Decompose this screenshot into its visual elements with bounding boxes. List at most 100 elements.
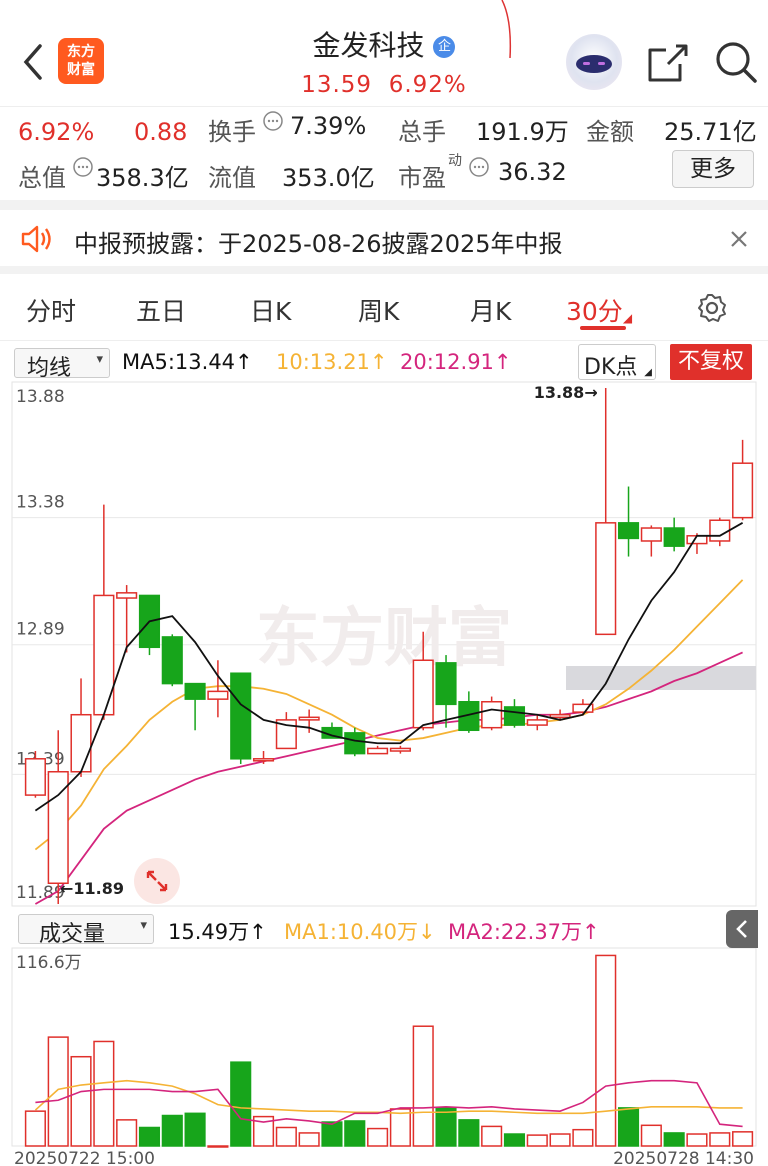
pe-label: 市盈 (398, 164, 446, 192)
change-value: 0.88 (134, 118, 188, 146)
candle-body (709, 519, 731, 542)
candle-body (663, 527, 685, 547)
settings-button[interactable] (696, 292, 728, 328)
candle-body (640, 527, 662, 542)
avatar[interactable] (566, 34, 622, 90)
pe-sup: 动 (448, 153, 462, 169)
volume-bar (549, 1133, 571, 1147)
volume-value: 15.49万↑ (168, 920, 267, 944)
candle-body (184, 682, 206, 700)
enterprise-badge: 企 (433, 36, 456, 58)
amount-label: 金额 (586, 118, 634, 146)
candle-body (24, 758, 46, 796)
speaker-icon (20, 224, 54, 258)
candle-body (70, 713, 92, 773)
tab-daily-k[interactable]: 日K (250, 292, 291, 328)
volume-bar (70, 1055, 92, 1147)
vol-ma1-legend: MA1:10.40万↓ (284, 920, 436, 944)
candle-body (732, 462, 754, 519)
tab-five-day[interactable]: 五日 (136, 292, 186, 328)
close-icon[interactable] (728, 228, 750, 254)
candle-body (252, 758, 275, 762)
candle-body (617, 522, 640, 540)
stock-name: 金发科技 (312, 29, 425, 62)
no-adjust-button[interactable]: 不复权 (670, 344, 752, 380)
volume-bar (572, 1128, 594, 1147)
pe-value: 36.32 (498, 158, 567, 186)
volume-bar (709, 1132, 731, 1147)
corner-triangle-icon: ◢ (622, 311, 633, 325)
tab-timeshare[interactable]: 分时 (26, 292, 76, 328)
candle-body (389, 747, 411, 752)
dk-button[interactable]: DK点 ◢ (578, 344, 656, 380)
divider (0, 200, 768, 210)
divider (0, 266, 768, 274)
candle-body (207, 690, 229, 700)
date-end-label: 20250728 14:30 (613, 1149, 754, 1166)
low-price-label: ←11.89 (60, 879, 124, 898)
candle-body (161, 636, 183, 685)
candle-body (481, 700, 503, 729)
candle-body (230, 672, 252, 760)
change-percent: 6.92% (388, 72, 467, 98)
indicator-select[interactable]: 均线 ▾ (14, 348, 110, 381)
share-button[interactable] (646, 42, 690, 84)
ma10-legend: 10:13.21↑ (276, 350, 388, 374)
volume-bar (458, 1119, 480, 1147)
volume-indicator-select[interactable]: 成交量 ▾ (18, 914, 154, 947)
more-button[interactable]: 更多 (672, 150, 754, 188)
dropdown-icon: ▾ (96, 352, 103, 367)
tab-30min[interactable]: 30分◢ (566, 292, 632, 328)
candle-body (367, 747, 389, 755)
volume-bar (24, 1110, 46, 1147)
candle-body (298, 716, 320, 721)
tab-indicator (580, 326, 626, 330)
turnover-value: 7.39% (290, 112, 367, 140)
info-icon[interactable] (468, 156, 490, 182)
volume-bar (344, 1120, 366, 1147)
mktcap-value: 358.3亿 (96, 164, 189, 192)
volume-bar (503, 1133, 526, 1147)
robot-icon (576, 55, 612, 73)
candle-body (503, 706, 526, 726)
collapse-panel-button[interactable] (726, 910, 758, 948)
search-button[interactable] (714, 40, 758, 84)
fullscreen-button[interactable] (134, 858, 180, 904)
volume-bar (275, 1126, 297, 1147)
kline-chart[interactable]: 东方财富13.8813.3812.8912.3911.8913.88→←11.8… (0, 380, 768, 1166)
tab-weekly-k[interactable]: 周K (358, 292, 399, 328)
volume-bar (184, 1112, 206, 1147)
candle-body (116, 592, 138, 599)
volume-bar (161, 1114, 183, 1147)
tab-monthly-k[interactable]: 月K (470, 292, 511, 328)
volume-bar (230, 1061, 252, 1147)
current-price: 13.59 (301, 72, 373, 98)
volume-bar (116, 1119, 138, 1147)
search-icon (716, 42, 757, 83)
volume-bar (298, 1132, 320, 1147)
float-value: 353.0亿 (282, 164, 375, 192)
volume-bar (663, 1132, 685, 1147)
volume-bar (595, 954, 617, 1147)
watermark: 东方财富 (256, 602, 512, 676)
y-axis-label: 12.89 (16, 620, 65, 640)
notice-text[interactable]: 中报预披露：于2025-08-26披露2025年中报 (74, 224, 563, 259)
amount-value: 25.71亿 (664, 118, 757, 146)
y-axis-label: 13.88 (16, 387, 65, 407)
volume-bar (526, 1134, 548, 1147)
volume-value: 191.9万 (476, 118, 569, 146)
vol-ma1-line (34, 1079, 743, 1115)
volume-bar (93, 1040, 115, 1147)
volume-bar (389, 1108, 411, 1147)
volume-bar (138, 1126, 161, 1147)
volume-bar (321, 1121, 343, 1147)
candle-body (412, 659, 434, 729)
info-icon[interactable] (72, 156, 94, 182)
volume-label: 总手 (398, 118, 446, 146)
turnover-label: 换手 (208, 118, 256, 146)
ma20-legend: 20:12.91↑ (400, 350, 512, 374)
ma5-legend: MA5:13.44↑ (122, 350, 253, 374)
pct-value: 6.92% (18, 118, 95, 146)
expand-icon (146, 870, 168, 892)
info-icon[interactable] (262, 110, 284, 136)
